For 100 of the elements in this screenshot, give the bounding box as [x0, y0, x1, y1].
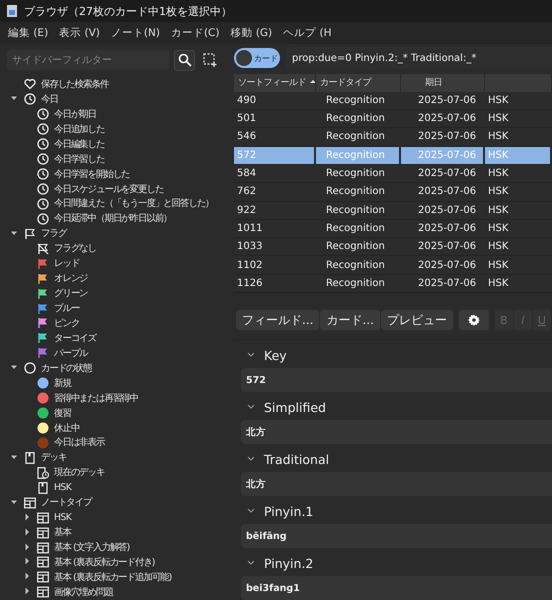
table-cell-text: 1011 [236, 222, 264, 236]
menu-item[interactable]: 移動 (G) [230, 26, 272, 40]
sidebar-item[interactable]: 今日追加した [54, 122, 104, 136]
table-cell-text: HSK [487, 130, 510, 144]
table-row[interactable]: 922 Recognition 2025-07-06 HSK [234, 202, 552, 220]
sidebar-item[interactable]: 今日学習した [54, 152, 104, 166]
sidebar-item[interactable]: 今日 [41, 92, 58, 106]
table-cell-text: 762 [236, 185, 258, 200]
sidebar-item[interactable]: 復習 [54, 406, 71, 420]
table-cell-text: 2025-07-06 [417, 112, 478, 126]
table-row[interactable]: 501 Recognition 2025-07-06 HSK [234, 110, 552, 128]
sidebar-item[interactable]: デッキ [41, 451, 66, 464]
sidebar-item[interactable]: カードの状態 [41, 362, 92, 375]
table-row[interactable]: 762 Recognition 2025-07-06 HSK [234, 183, 552, 202]
column-header[interactable]: カードタイプ [316, 74, 401, 92]
sidebar-item[interactable]: パープル [54, 346, 88, 360]
table-cell-text: Recognition [325, 185, 386, 200]
circle-icon [24, 362, 36, 374]
sidebar-item[interactable]: ターコイズ [54, 332, 96, 345]
table-cell-text: 2025-07-06 [417, 130, 478, 144]
clock-icon [37, 198, 49, 210]
field-input[interactable]: 北方 [241, 472, 552, 496]
search-button[interactable] [174, 50, 195, 70]
sidebar-item[interactable]: フラグ [41, 227, 66, 240]
sidebar-item[interactable]: 今日延滞中（期日が昨日以前） [54, 212, 172, 226]
table-row[interactable]: 1126 Recognition 2025-07-06 HSK [234, 274, 552, 293]
sidebar-item[interactable]: 現在のデッキ [54, 466, 104, 480]
editor-button[interactable]: プレビュー [380, 310, 453, 330]
menu-item[interactable]: 編集 (E) [8, 26, 48, 40]
table-row[interactable]: 584 Recognition 2025-07-06 HSK [234, 164, 552, 184]
field-input[interactable]: 北方 [241, 420, 552, 444]
table-cell-text: 2025-07-06 [417, 258, 478, 273]
field-input[interactable]: 572 [241, 368, 552, 392]
sidebar-item[interactable]: 今日編集した [54, 138, 104, 151]
editor-button[interactable]: カード... [320, 310, 380, 330]
sidebar-item[interactable]: 保存した検索条件 [41, 78, 108, 91]
sidebar-filter-field[interactable]: サイドバーフィルター [7, 50, 169, 70]
column-header[interactable]: ソートフィールド [234, 74, 316, 92]
table-cell-text: Recognition [325, 276, 386, 291]
field-input[interactable]: bēifāng [241, 524, 552, 548]
sidebar-item[interactable]: 画像穴埋め問題 [54, 586, 113, 599]
sidebar-item[interactable]: ブルー [54, 302, 80, 316]
field-label: Traditional [264, 452, 330, 466]
settings-button[interactable] [458, 310, 489, 330]
table-cell-text: 2025-07-06 [417, 222, 478, 236]
menu-item[interactable]: ノート(N) [110, 26, 160, 40]
settings-icon [468, 314, 480, 326]
editor-button[interactable]: フィールド... [236, 310, 320, 330]
table-cell-text: 1033 [236, 240, 264, 254]
table-cell-text: HSK [487, 276, 510, 291]
table-row[interactable]: 490 Recognition 2025-07-06 HSK [234, 92, 552, 110]
sidebar-item[interactable]: ノートタイプ [41, 496, 92, 510]
table-row[interactable]: 1102 Recognition 2025-07-06 HSK [234, 256, 552, 275]
clock-icon [37, 108, 49, 120]
table-cell-text: 1102 [236, 258, 264, 273]
window-title: ブラウザ（27枚のカード中1枚を選択中） [24, 4, 232, 18]
table-cell-text: HSK [487, 112, 510, 126]
mode-toggle[interactable]: カード [234, 48, 280, 68]
sidebar-item[interactable]: 今日間違えた（「もう一度」と回答した） [54, 197, 214, 210]
table-cell-text: HSK [487, 167, 510, 182]
table-cell-text: HSK [487, 185, 510, 200]
sidebar-item[interactable]: 今日スケジュールを変更した [54, 182, 164, 196]
clock-icon [37, 212, 49, 225]
sidebar-item[interactable]: HSK [54, 482, 72, 494]
sidebar-item[interactable]: 新規 [54, 376, 71, 390]
clock-icon [24, 93, 36, 106]
app-icon [6, 4, 18, 18]
note-type-icon [37, 526, 49, 539]
sidebar-item[interactable]: 今日が期日 [54, 108, 96, 121]
sidebar-item[interactable]: オレンジ [54, 272, 88, 286]
sidebar-item[interactable]: 基本 (裏表反転カード付き) [54, 556, 155, 569]
sidebar-item[interactable]: 基本 (文字入力解答) [54, 541, 130, 554]
clock-icon [37, 153, 49, 166]
table-cell-text: Recognition [325, 240, 386, 254]
field-label: Pinyin.1 [264, 504, 314, 518]
selection-icon[interactable] [203, 53, 217, 67]
table-cell-text: 2025-07-06 [417, 276, 478, 291]
column-header[interactable]: 期日 [401, 74, 485, 92]
sidebar-item[interactable]: 休止中 [54, 422, 80, 435]
sidebar-item[interactable]: HSK [54, 512, 72, 524]
sidebar-item[interactable]: グリーン [54, 287, 88, 300]
note-type-icon [37, 542, 49, 554]
menu-item[interactable]: カード(C) [170, 26, 220, 40]
menu-item[interactable]: 表示 (V) [59, 26, 100, 40]
sidebar-item[interactable]: 習得中または再習得中 [54, 392, 138, 405]
sidebar-item[interactable]: 今日は非表示 [54, 436, 104, 450]
table-cell-text: Recognition [325, 130, 386, 144]
sidebar-item[interactable]: 今日学習を開始した [54, 168, 130, 181]
table-row[interactable]: 1033 Recognition 2025-07-06 HSK [234, 238, 552, 256]
table-cell-text: 2025-07-06 [417, 167, 478, 182]
table-cell-text: 2025-07-06 [417, 185, 478, 200]
sidebar-item[interactable]: 基本 [54, 526, 71, 540]
sidebar-item[interactable]: ピンク [54, 316, 80, 330]
sidebar-item[interactable]: フラグなし [54, 242, 96, 256]
table-row[interactable]: 1011 Recognition 2025-07-06 HSK [234, 220, 552, 238]
field-input[interactable]: bei3fang1 [241, 576, 552, 600]
table-cell-text: 2025-07-06 [417, 94, 478, 108]
menu-item[interactable]: ヘルプ (H [283, 26, 332, 40]
sidebar-item[interactable]: レッド [54, 257, 80, 270]
sidebar-item[interactable]: 基本 (裏表反転カード追加可能) [54, 570, 172, 584]
